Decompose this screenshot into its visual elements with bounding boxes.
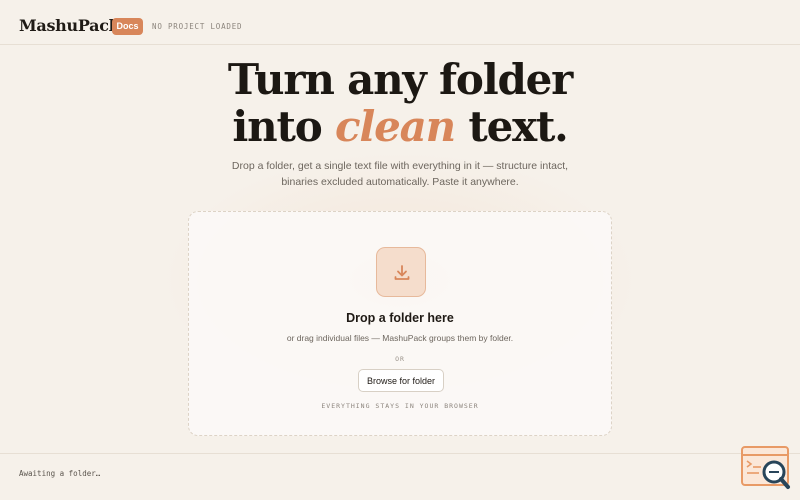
docs-button[interactable]: Docs [112, 18, 143, 35]
download-icon [376, 247, 426, 297]
folder-drop-zone[interactable]: Drop a folder here or drag individual fi… [188, 211, 612, 436]
hero-title-line1: Turn any folder [227, 55, 573, 104]
drop-hint: or drag individual files — MashuPack gro… [286, 333, 514, 343]
status-bar: Awaiting a folder… [0, 453, 800, 500]
search-code-icon[interactable] [741, 446, 791, 490]
privacy-note: EVERYTHING STAYS IN YOUR BROWSER [321, 402, 479, 410]
top-bar: MashuPack Docs NO PROJECT LOADED [0, 0, 800, 45]
footer-status: Awaiting a folder… [19, 469, 101, 478]
browse-folder-button[interactable]: Browse for folder [358, 369, 444, 392]
hero-subtitle: Drop a folder, get a single text file wi… [231, 160, 569, 188]
drop-title: Drop a folder here [346, 311, 454, 325]
brand-logo[interactable]: MashuPack [19, 16, 120, 35]
hero-title-suffix: text. [468, 102, 568, 151]
hero-title: Turn any folder into clean text. [0, 56, 800, 150]
hero-title-accent: clean [334, 102, 456, 151]
hero-title-prefix: into [232, 102, 322, 151]
project-status: NO PROJECT LOADED [152, 22, 243, 31]
or-divider: OR [395, 355, 405, 363]
